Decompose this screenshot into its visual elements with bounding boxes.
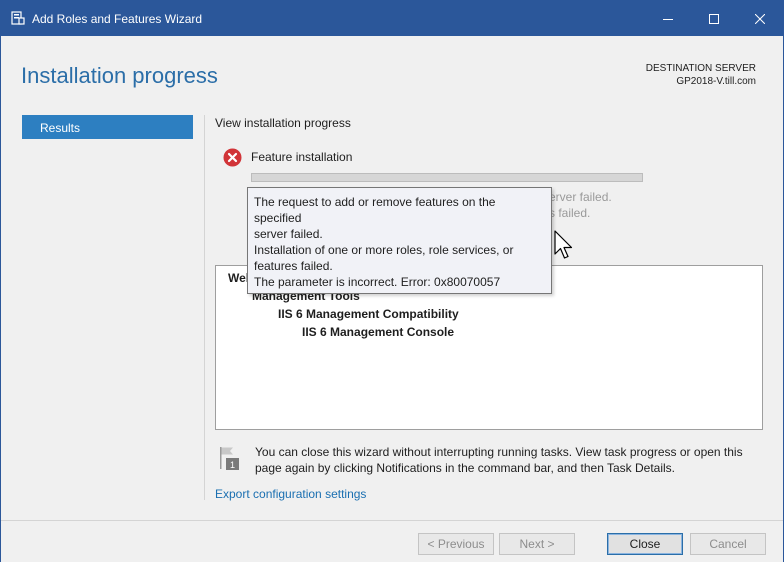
obscured-status-text: erver failed. bbox=[549, 190, 612, 204]
sidebar-item-label: Results bbox=[40, 121, 81, 135]
tooltip-line: server failed. bbox=[254, 227, 323, 241]
progress-fill bbox=[252, 174, 642, 181]
next-button[interactable]: Next > bbox=[499, 533, 575, 555]
minimize-icon bbox=[663, 18, 673, 20]
section-label: View installation progress bbox=[215, 116, 351, 130]
close-button[interactable]: Close bbox=[607, 533, 683, 555]
error-icon bbox=[223, 148, 242, 167]
maximize-button[interactable] bbox=[691, 1, 737, 36]
mouse-cursor-icon bbox=[554, 230, 574, 262]
close-window-button[interactable] bbox=[737, 1, 783, 36]
installation-progress-bar bbox=[251, 173, 643, 182]
close-icon bbox=[755, 13, 765, 24]
close-wizard-note: You can close this wizard without interr… bbox=[255, 445, 743, 475]
wizard-footer: < Previous Next > Close Cancel bbox=[1, 520, 783, 562]
feature-installation-label: Feature installation bbox=[251, 150, 353, 164]
window-title: Add Roles and Features Wizard bbox=[32, 12, 203, 26]
server-manager-icon bbox=[11, 11, 25, 25]
maximize-icon bbox=[709, 13, 719, 24]
list-item: IIS 6 Management Compatibility bbox=[278, 307, 459, 321]
obscured-status-text: s failed. bbox=[549, 206, 591, 220]
wizard-header: Installation progress DESTINATION SERVER… bbox=[1, 36, 783, 106]
sidebar-divider bbox=[204, 115, 205, 500]
tooltip-line: features failed. bbox=[254, 259, 333, 273]
title-bar[interactable]: Add Roles and Features Wizard bbox=[1, 1, 783, 36]
previous-button[interactable]: < Previous bbox=[418, 533, 494, 555]
tooltip-line: Installation of one or more roles, role … bbox=[254, 243, 514, 257]
page-title: Installation progress bbox=[21, 63, 218, 88]
error-tooltip: The request to add or remove features on… bbox=[247, 187, 552, 294]
cancel-button[interactable]: Cancel bbox=[690, 533, 766, 555]
list-item: Wel bbox=[228, 271, 250, 285]
tooltip-line: The parameter is incorrect. Error: 0x800… bbox=[254, 275, 501, 289]
minimize-button[interactable] bbox=[645, 1, 691, 36]
sidebar-item-results[interactable]: Results bbox=[22, 115, 193, 139]
notification-flag-icon: 1 bbox=[217, 446, 241, 472]
list-item: IIS 6 Management Console bbox=[302, 325, 455, 339]
svg-text:1: 1 bbox=[230, 460, 235, 470]
destination-server-name: GP2018-V.till.com bbox=[676, 76, 756, 87]
export-configuration-link[interactable]: Export configuration settings bbox=[215, 487, 366, 501]
tooltip-line: The request to add or remove features on… bbox=[254, 195, 496, 225]
wizard-window: Add Roles and Features Wizard Installati… bbox=[0, 0, 784, 562]
destination-server-label: DESTINATION SERVER bbox=[645, 63, 756, 74]
